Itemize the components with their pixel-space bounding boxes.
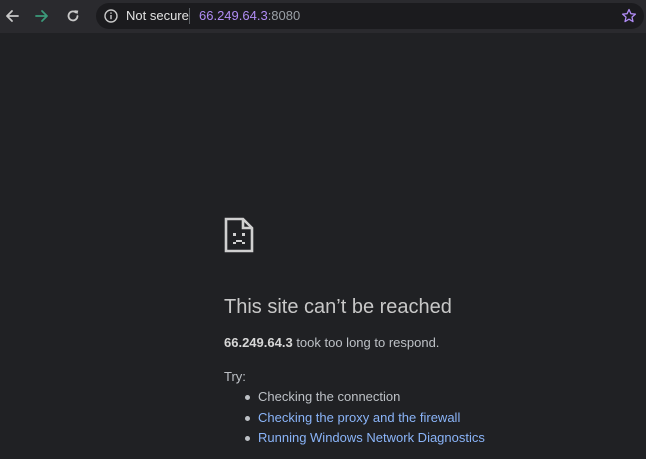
list-item: Checking the connection bbox=[224, 389, 485, 410]
back-button[interactable] bbox=[2, 6, 22, 26]
suggestion-network-diagnostics-link[interactable]: Running Windows Network Diagnostics bbox=[258, 430, 485, 445]
error-message: took too long to respond. bbox=[296, 335, 440, 350]
try-label: Try: bbox=[224, 369, 246, 384]
sad-page-icon bbox=[224, 217, 254, 253]
error-host: 66.249.64.3 bbox=[224, 335, 293, 350]
security-status-label[interactable]: Not secure bbox=[126, 9, 189, 23]
list-item: Running Windows Network Diagnostics bbox=[224, 430, 485, 451]
browser-toolbar: Not secure 66.249.64.3:8080 bbox=[0, 0, 646, 33]
list-item: Checking the proxy and the firewall bbox=[224, 410, 485, 431]
suggestion-check-connection: Checking the connection bbox=[258, 389, 401, 404]
info-circle-icon[interactable] bbox=[104, 9, 118, 23]
error-heading: This site can’t be reached bbox=[224, 296, 452, 318]
address-bar[interactable]: Not secure 66.249.64.3:8080 bbox=[96, 3, 644, 29]
star-icon[interactable] bbox=[621, 8, 637, 24]
reload-icon bbox=[67, 10, 79, 22]
url-host: 66.249.64.3 bbox=[199, 8, 268, 23]
url-port: :8080 bbox=[267, 8, 301, 23]
omnibox-divider bbox=[189, 8, 190, 24]
reload-button[interactable] bbox=[63, 6, 83, 26]
url-text[interactable]: 66.249.64.3:8080 bbox=[199, 9, 300, 23]
error-summary: 66.249.64.3 took too long to respond. bbox=[224, 335, 439, 351]
forward-button[interactable] bbox=[32, 6, 52, 26]
suggestions-list: Checking the connection Checking the pro… bbox=[224, 389, 485, 451]
suggestion-proxy-firewall-link[interactable]: Checking the proxy and the firewall bbox=[258, 410, 460, 425]
arrow-right-icon bbox=[35, 10, 48, 22]
arrow-left-icon bbox=[6, 10, 19, 22]
